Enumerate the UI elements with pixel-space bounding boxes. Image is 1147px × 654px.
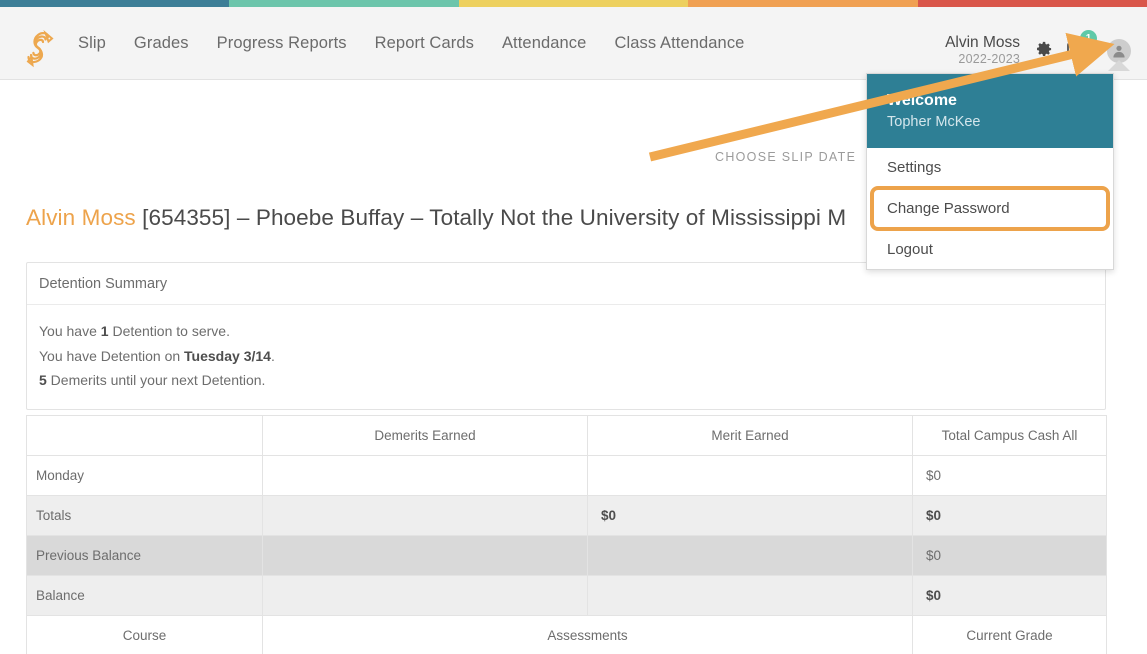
table-cell — [588, 576, 913, 616]
table-cell: $0 — [913, 456, 1107, 496]
menu-item-settings[interactable]: Settings — [867, 148, 1113, 187]
row-label: Totals — [27, 496, 263, 536]
demerits-summary-table: Demerits Earned Merit Earned Total Campu… — [26, 415, 1107, 616]
dropdown-welcome-label: Welcome — [887, 90, 1093, 112]
table-cell — [263, 496, 588, 536]
detention-line-pre: You have Detention on — [39, 348, 184, 364]
color-strip-segment-4 — [688, 0, 917, 7]
notification-badge: 1 — [1080, 30, 1097, 47]
table-cell — [588, 456, 913, 496]
nav-item-attendance[interactable]: Attendance — [502, 34, 586, 53]
table-cell: $0 — [913, 496, 1107, 536]
user-name: Alvin Moss — [945, 33, 1020, 52]
detention-line-pre: You have — [39, 323, 101, 339]
table-cell: $0 — [913, 576, 1107, 616]
table-cell: $0 — [588, 496, 913, 536]
nav-item-progress-reports[interactable]: Progress Reports — [217, 34, 347, 53]
nav-item-grades[interactable]: Grades — [134, 34, 189, 53]
table-row: Previous Balance $0 — [27, 536, 1107, 576]
col-header-merit-earned: Merit Earned — [588, 416, 913, 456]
col-header-total-campus-cash: Total Campus Cash All — [913, 416, 1107, 456]
app-root: Slip Grades Progress Reports Report Card… — [0, 0, 1147, 654]
table-cell — [263, 576, 588, 616]
col-header-assessments: Assessments — [263, 616, 913, 654]
detention-line-strong: 1 — [101, 323, 109, 339]
main-nav: Slip Grades Progress Reports Report Card… — [78, 7, 744, 80]
nav-item-class-attendance[interactable]: Class Attendance — [614, 34, 744, 53]
app-header: Slip Grades Progress Reports Report Card… — [0, 7, 1147, 80]
detention-line: 5 Demerits until your next Detention. — [39, 368, 1093, 393]
menu-item-logout[interactable]: Logout — [867, 230, 1113, 269]
detention-line-post: Detention to serve. — [109, 323, 230, 339]
col-header-blank — [27, 416, 263, 456]
row-label: Balance — [27, 576, 263, 616]
color-strip-segment-2 — [229, 0, 458, 7]
row-label: Monday — [27, 456, 263, 496]
col-header-course: Course — [27, 616, 263, 654]
top-color-strip — [0, 0, 1147, 7]
table-cell — [263, 456, 588, 496]
nav-item-report-cards[interactable]: Report Cards — [375, 34, 474, 53]
col-header-demerits-earned: Demerits Earned — [263, 416, 588, 456]
color-strip-segment-3 — [459, 0, 688, 7]
swirl-logo[interactable] — [19, 28, 61, 70]
color-strip-segment-1 — [0, 0, 229, 7]
dropdown-header: Welcome Topher McKee — [867, 74, 1113, 148]
page-title-student: Alvin Moss — [26, 205, 136, 230]
detention-summary-panel: Detention Summary You have 1 Detention t… — [26, 262, 1106, 410]
detention-line-strong: Tuesday 3/14 — [184, 348, 271, 364]
dropdown-caret — [1108, 60, 1130, 71]
page-title: Alvin Moss [654355] – Phoebe Buffay – To… — [26, 205, 846, 231]
table-cell — [263, 536, 588, 576]
dropdown-account-name: Topher McKee — [887, 112, 1093, 134]
col-header-current-grade: Current Grade — [913, 616, 1107, 654]
gear-icon[interactable] — [1034, 40, 1053, 59]
table-header-row: Demerits Earned Merit Earned Total Campu… — [27, 416, 1107, 456]
table-row: Totals $0$0 — [27, 496, 1107, 536]
table-row: Monday $0 — [27, 456, 1107, 496]
table-cell: $0 — [913, 536, 1107, 576]
detention-line-post: . — [271, 348, 275, 364]
detention-line-strong: 5 — [39, 372, 47, 388]
nav-item-slip[interactable]: Slip — [78, 34, 106, 53]
detention-line-post: Demerits until your next Detention. — [47, 372, 266, 388]
account-dropdown-menu: Welcome Topher McKee Settings Change Pas… — [866, 73, 1114, 270]
school-year: 2022-2023 — [945, 52, 1020, 68]
menu-item-change-password[interactable]: Change Password — [873, 189, 1107, 228]
detention-summary-body: You have 1 Detention to serve. You have … — [27, 305, 1105, 409]
page-title-rest: [654355] – Phoebe Buffay – Totally Not t… — [136, 205, 846, 230]
user-info: Alvin Moss 2022-2023 — [945, 33, 1020, 68]
choose-slip-date-label[interactable]: CHOOSE SLIP DATE — [715, 150, 856, 164]
table-header-row: Course Assessments Current Grade — [27, 616, 1107, 654]
table-row: Balance $0 — [27, 576, 1107, 616]
color-strip-segment-5 — [918, 0, 1147, 7]
detention-line: You have Detention on Tuesday 3/14. — [39, 344, 1093, 369]
row-label: Previous Balance — [27, 536, 263, 576]
detention-line: You have 1 Detention to serve. — [39, 319, 1093, 344]
courses-table: Course Assessments Current Grade — [26, 615, 1107, 654]
table-cell — [588, 536, 913, 576]
